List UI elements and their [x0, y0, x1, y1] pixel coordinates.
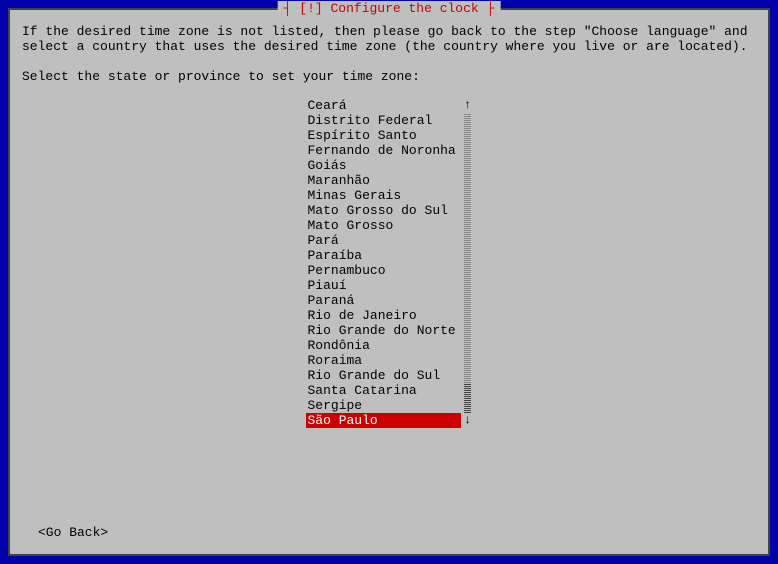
list-item[interactable]: Goiás: [306, 158, 461, 173]
list-item[interactable]: Mato Grosso do Sul: [306, 203, 461, 218]
list-item[interactable]: Santa Catarina: [306, 383, 461, 398]
configure-clock-dialog: ┤ [!] Configure the clock ├ If the desir…: [8, 8, 770, 556]
list-item[interactable]: Fernando de Noronha: [306, 143, 461, 158]
scroll-down-arrow-icon[interactable]: ↓: [464, 413, 471, 428]
list-item[interactable]: Sergipe: [306, 398, 461, 413]
list-item[interactable]: Paraná: [306, 293, 461, 308]
dialog-title-text: [!] Configure the clock: [299, 1, 478, 16]
list-item[interactable]: Ceará: [306, 98, 461, 113]
list-item[interactable]: Pernambuco: [306, 263, 461, 278]
list-item[interactable]: Rio de Janeiro: [306, 308, 461, 323]
list-scrollbar[interactable]: ↑ ↓: [463, 98, 473, 428]
list-item[interactable]: Minas Gerais: [306, 188, 461, 203]
instruction-text: If the desired time zone is not listed, …: [22, 24, 756, 54]
scroll-thumb[interactable]: [464, 383, 471, 413]
scroll-up-arrow-icon[interactable]: ↑: [464, 98, 471, 113]
timezone-list[interactable]: CearáDistrito FederalEspírito SantoFerna…: [306, 98, 461, 428]
list-item[interactable]: Maranhão: [306, 173, 461, 188]
list-item[interactable]: Piauí: [306, 278, 461, 293]
dialog-title-bracket-right: ├: [479, 1, 495, 16]
scroll-track[interactable]: [464, 113, 471, 413]
timezone-list-container: CearáDistrito FederalEspírito SantoFerna…: [306, 98, 473, 428]
list-item[interactable]: Distrito Federal: [306, 113, 461, 128]
timezone-list-area: CearáDistrito FederalEspírito SantoFerna…: [22, 98, 756, 428]
dialog-title-bracket-left: ┤: [284, 1, 300, 16]
list-item[interactable]: Rondônia: [306, 338, 461, 353]
list-item[interactable]: Rio Grande do Sul: [306, 368, 461, 383]
list-item[interactable]: Paraíba: [306, 248, 461, 263]
dialog-title: ┤ [!] Configure the clock ├: [278, 1, 501, 16]
list-item[interactable]: Mato Grosso: [306, 218, 461, 233]
go-back-button[interactable]: <Go Back>: [38, 525, 108, 540]
prompt-text: Select the state or province to set your…: [22, 69, 756, 84]
list-item[interactable]: Espírito Santo: [306, 128, 461, 143]
list-item[interactable]: Pará: [306, 233, 461, 248]
list-item[interactable]: Rio Grande do Norte: [306, 323, 461, 338]
list-item[interactable]: São Paulo: [306, 413, 461, 428]
list-item[interactable]: Roraima: [306, 353, 461, 368]
